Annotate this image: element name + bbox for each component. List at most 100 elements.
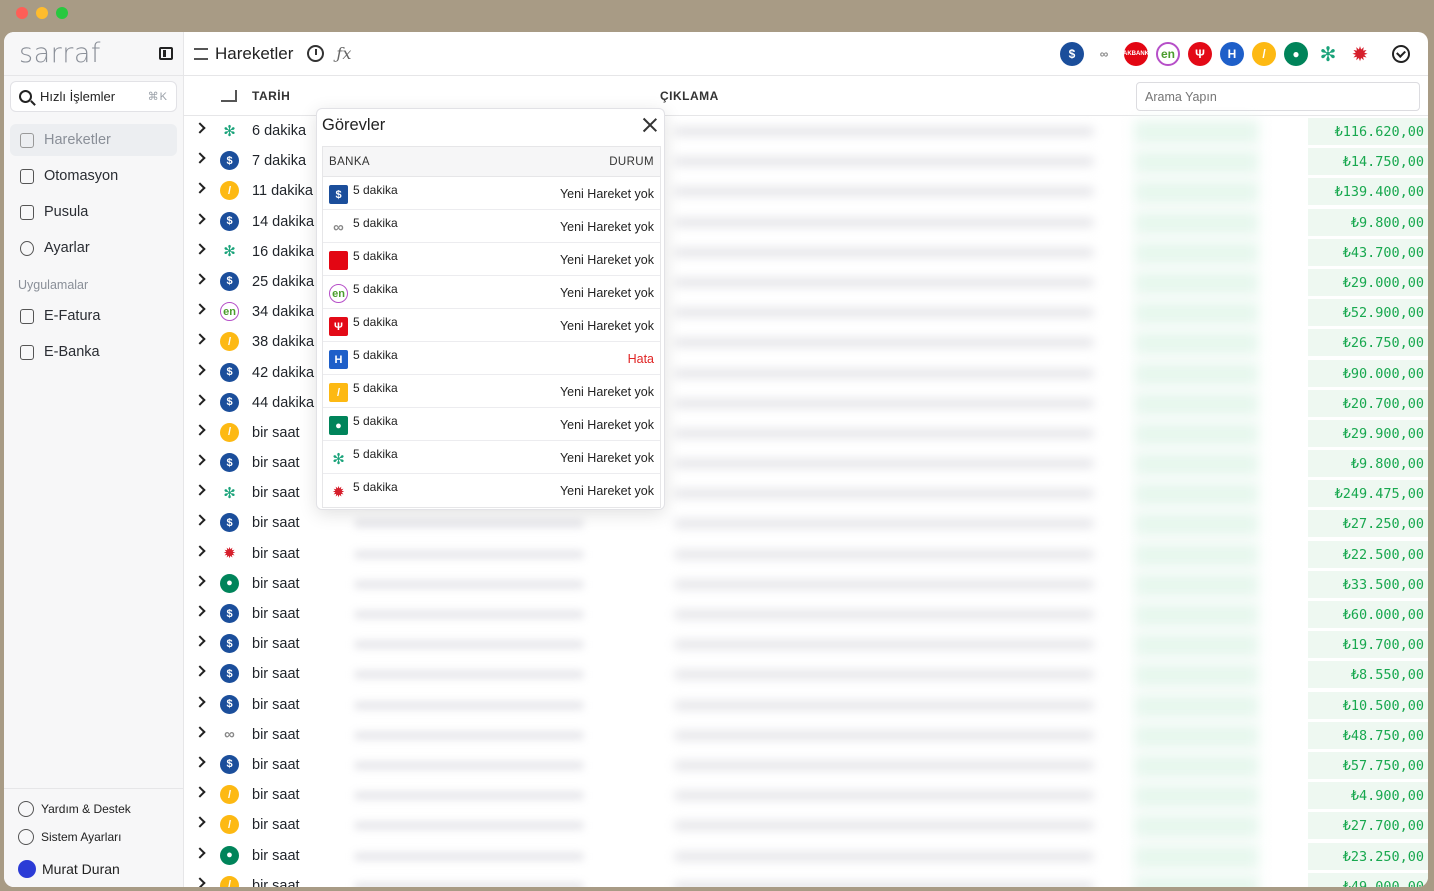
table-row[interactable]: $ bir saat ₺19.700,00 bbox=[184, 629, 1428, 659]
expand-chevron-icon[interactable] bbox=[194, 575, 206, 587]
close-icon[interactable] bbox=[642, 117, 658, 133]
sidebar-item-e-fatura[interactable]: E-Fatura bbox=[10, 300, 177, 332]
isbank-icon: $ bbox=[220, 271, 239, 291]
expand-chevron-icon[interactable] bbox=[194, 303, 206, 315]
table-row[interactable]: $ bir saat ₺8.550,00 bbox=[184, 659, 1428, 689]
sidebar-item-ayarlar[interactable]: Ayarlar bbox=[10, 232, 177, 264]
yapikredi-icon: / bbox=[220, 875, 239, 887]
row-time: bir saat bbox=[252, 847, 300, 864]
sidebar-item-label: Hareketler bbox=[44, 132, 111, 148]
gear-icon bbox=[18, 829, 34, 845]
expand-chevron-icon[interactable] bbox=[194, 243, 206, 255]
task-row: ✻ 5 dakika Yeni Hareket yok bbox=[323, 441, 660, 474]
expand-chevron-icon[interactable] bbox=[194, 122, 206, 134]
blurred-account bbox=[354, 700, 584, 710]
expand-chevron-icon[interactable] bbox=[194, 152, 206, 164]
vakif-icon: ✹ bbox=[220, 543, 239, 563]
blurred-account bbox=[354, 881, 584, 887]
kuveyt-icon[interactable]: ✻ bbox=[1316, 42, 1340, 66]
table-row[interactable]: $ bir saat ₺27.250,00 bbox=[184, 508, 1428, 538]
expand-chevron-icon[interactable] bbox=[194, 514, 206, 527]
formula-icon[interactable]: ƒx bbox=[336, 44, 351, 63]
table-row[interactable]: $ bir saat ₺10.500,00 bbox=[184, 690, 1428, 720]
akbank-icon bbox=[329, 251, 348, 270]
expand-chevron-icon[interactable] bbox=[194, 756, 206, 768]
blurred-description bbox=[674, 308, 1094, 318]
teb-icon[interactable]: ● bbox=[1284, 42, 1308, 66]
history-icon[interactable] bbox=[307, 45, 325, 62]
table-row[interactable]: $ bir saat ₺57.750,00 bbox=[184, 750, 1428, 780]
blurred-tag bbox=[1134, 753, 1259, 778]
table-row[interactable]: / bir saat ₺27.700,00 bbox=[184, 810, 1428, 840]
page-title: Hareketler bbox=[215, 43, 294, 63]
expand-chevron-icon[interactable] bbox=[194, 786, 206, 798]
expand-chevron-icon[interactable] bbox=[194, 484, 206, 496]
user-profile[interactable]: Murat Duran bbox=[4, 851, 184, 887]
close-window-button[interactable] bbox=[16, 7, 28, 19]
system-settings-link[interactable]: Sistem Ayarları bbox=[4, 823, 184, 851]
expand-chevron-icon[interactable] bbox=[194, 544, 206, 557]
expand-chevron-icon[interactable] bbox=[194, 695, 206, 708]
blurred-account bbox=[354, 821, 584, 831]
row-time: bir saat bbox=[252, 575, 300, 592]
expand-chevron-icon[interactable] bbox=[194, 363, 206, 376]
row-time: bir saat bbox=[252, 455, 300, 472]
task-status: Yeni Hareket yok bbox=[559, 385, 654, 399]
expand-chevron-icon[interactable] bbox=[194, 182, 206, 195]
expand-chevron-icon[interactable] bbox=[194, 273, 206, 285]
table-row[interactable]: ✹ bir saat ₺22.500,00 bbox=[184, 539, 1428, 569]
yapikredi-icon[interactable]: / bbox=[1252, 42, 1276, 66]
column-date[interactable]: TARİH bbox=[252, 89, 290, 103]
ziraat-icon[interactable]: Ψ bbox=[1188, 42, 1212, 66]
task-status: Hata bbox=[627, 352, 654, 366]
task-time: 5 dakika bbox=[353, 414, 398, 428]
expand-chevron-icon[interactable] bbox=[194, 877, 206, 887]
sidebar-toggle-icon[interactable] bbox=[159, 47, 173, 60]
table-row[interactable]: $ bir saat ₺60.000,00 bbox=[184, 599, 1428, 629]
table-row[interactable]: / bir saat ₺49.000,00 bbox=[184, 871, 1428, 887]
list-icon bbox=[20, 132, 34, 148]
sidebar-item-otomasyon[interactable]: Otomasyon bbox=[10, 160, 177, 192]
blurred-tag bbox=[1134, 270, 1259, 295]
vakif-icon[interactable]: ✹ bbox=[1348, 42, 1372, 66]
expand-chevron-icon[interactable] bbox=[194, 333, 206, 345]
column-bank: BANKA bbox=[329, 155, 370, 168]
table-row[interactable]: ∞ bir saat ₺48.750,00 bbox=[184, 720, 1428, 750]
expand-chevron-icon[interactable] bbox=[194, 665, 206, 678]
expand-chevron-icon[interactable] bbox=[194, 726, 206, 738]
table-row[interactable]: / bir saat ₺4.900,00 bbox=[184, 780, 1428, 810]
expand-chevron-icon[interactable] bbox=[194, 212, 206, 225]
minimize-window-button[interactable] bbox=[36, 7, 48, 19]
sidebar-item-e-banka[interactable]: E-Banka bbox=[10, 336, 177, 368]
expand-chevron-icon[interactable] bbox=[194, 605, 206, 617]
garanti-icon: ∞ bbox=[329, 218, 348, 237]
blurred-tag bbox=[1134, 542, 1259, 567]
blurred-account bbox=[354, 519, 584, 529]
sidebar-item-pusula[interactable]: Pusula bbox=[10, 196, 177, 228]
akbank-icon[interactable]: AKBANK bbox=[1123, 42, 1149, 66]
expand-chevron-icon[interactable] bbox=[194, 424, 206, 436]
sort-icon[interactable] bbox=[221, 89, 237, 102]
quick-actions-search[interactable]: Hızlı İşlemler ⌘K bbox=[10, 81, 177, 112]
task-row: ✹ 5 dakika Yeni Hareket yok bbox=[323, 474, 660, 507]
expand-chevron-icon[interactable] bbox=[194, 816, 206, 828]
sidebar-footer: Yardım & Destek Sistem Ayarları Murat Du… bbox=[4, 788, 184, 887]
isbank-icon[interactable]: $ bbox=[1060, 42, 1084, 66]
search-input[interactable] bbox=[1136, 82, 1420, 111]
table-row[interactable]: ● bir saat ₺33.500,00 bbox=[184, 569, 1428, 599]
maximize-window-button[interactable] bbox=[56, 7, 68, 19]
expand-chevron-icon[interactable] bbox=[194, 635, 206, 647]
help-support-link[interactable]: Yardım & Destek bbox=[4, 795, 184, 823]
sidebar-item-hareketler[interactable]: Hareketler bbox=[10, 124, 177, 156]
expand-chevron-icon[interactable] bbox=[194, 394, 206, 406]
row-amount: ₺20.700,00 bbox=[1308, 389, 1428, 417]
table-row[interactable]: ● bir saat ₺23.250,00 bbox=[184, 841, 1428, 871]
download-circle-icon[interactable] bbox=[1392, 45, 1410, 63]
column-description[interactable]: ÇIKLAMA bbox=[660, 89, 719, 103]
garanti-icon[interactable]: ∞ bbox=[1092, 42, 1116, 66]
halkbank-icon[interactable]: H bbox=[1220, 42, 1244, 66]
expand-chevron-icon[interactable] bbox=[194, 454, 206, 466]
enpara-icon[interactable]: en bbox=[1156, 42, 1180, 66]
expand-chevron-icon[interactable] bbox=[194, 846, 206, 859]
isbank-icon: $ bbox=[220, 362, 239, 382]
